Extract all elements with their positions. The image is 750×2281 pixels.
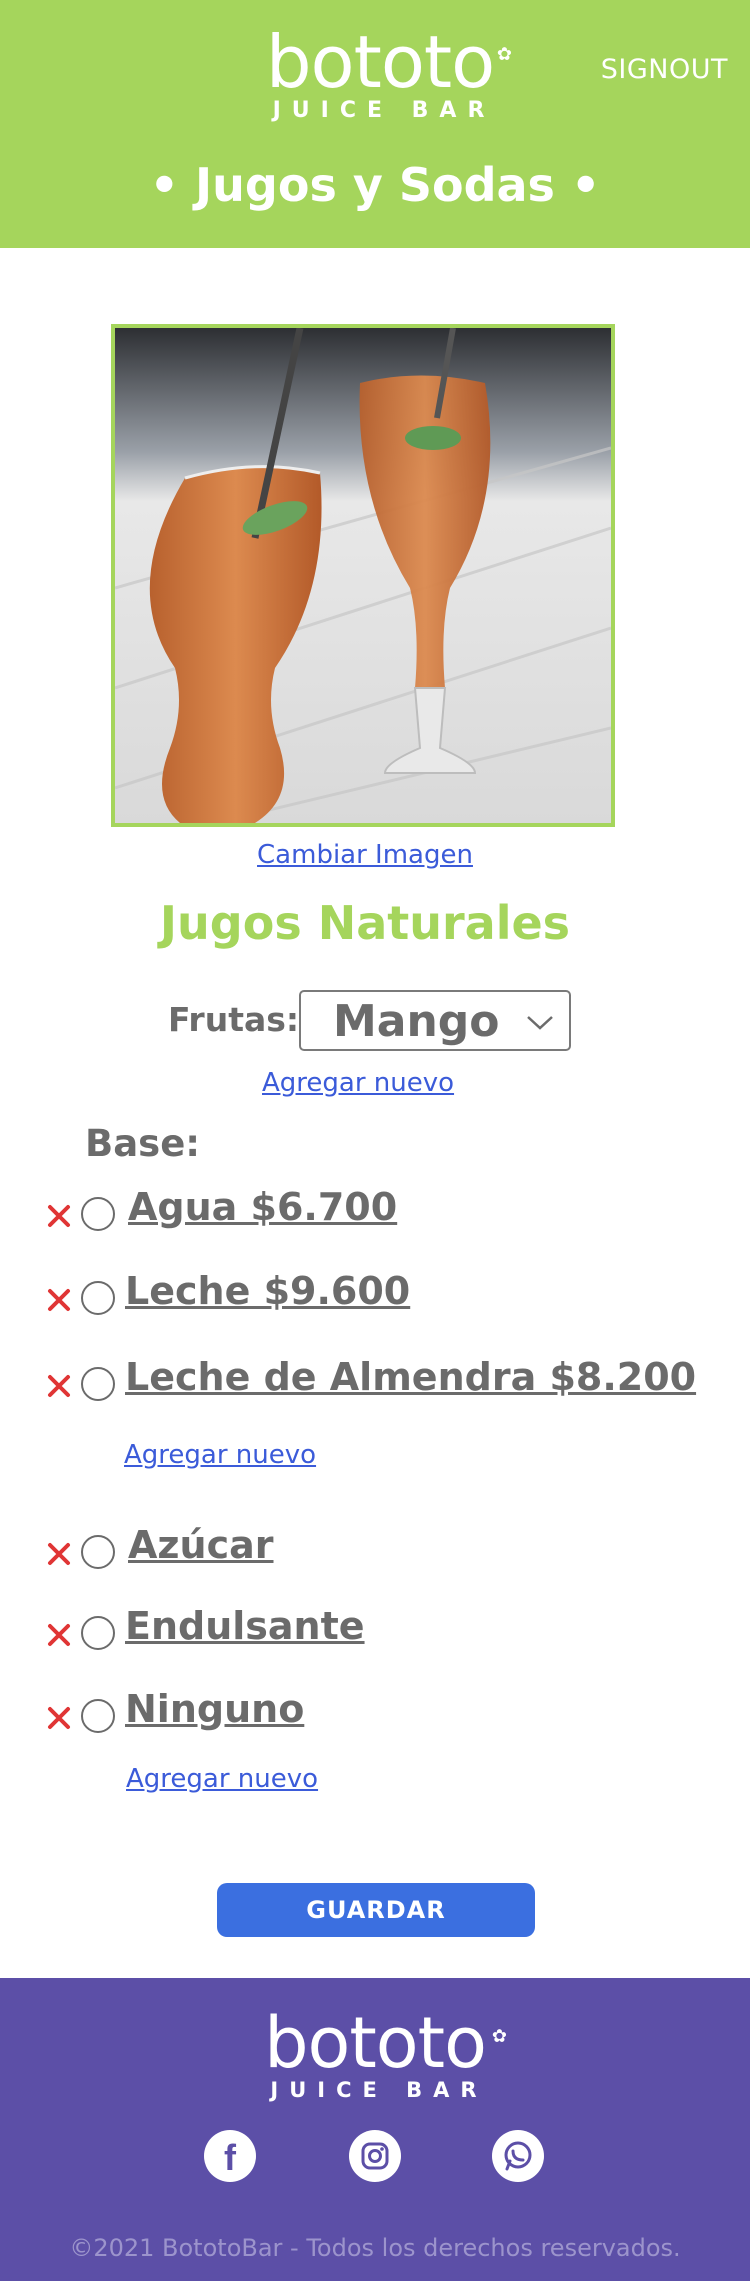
base-label: Base: [85,1122,201,1165]
save-button[interactable]: GUARDAR [217,1883,535,1937]
radio-button[interactable] [81,1616,115,1650]
header-logo[interactable]: bototo ✿ JUICE BAR [250,20,512,122]
radio-button[interactable] [81,1699,115,1733]
delete-icon[interactable] [46,1622,72,1648]
gear-icon: ✿ [491,2026,507,2047]
delete-icon[interactable] [46,1287,72,1313]
radio-button[interactable] [81,1197,115,1231]
sweetener-option-label: Ninguno [125,1687,305,1731]
logo-word: bototo [265,20,495,104]
sweetener-option[interactable]: Ninguno [46,1687,446,1749]
radio-button[interactable] [81,1367,115,1401]
copyright-text: ©2021 BototoBar - Todos los derechos res… [69,2234,681,2262]
base-option-label: Leche $9.600 [125,1269,411,1313]
sweetener-option-label: Endulsante [125,1604,365,1648]
fruits-label: Frutas: [168,1000,300,1039]
radio-button[interactable] [81,1535,115,1569]
fruit-select-value: Mango [333,996,500,1047]
sweetener-option-label: Azúcar [128,1523,274,1567]
add-base-link[interactable]: Agregar nuevo [124,1440,316,1470]
sweetener-option[interactable]: Endulsante [46,1604,446,1666]
base-option[interactable]: Leche de Almendra $8.200 [46,1355,706,1417]
logo-word: bototo [264,2002,487,2084]
base-option-label: Agua $6.700 [128,1185,398,1229]
product-title: Jugos Naturales [159,896,571,950]
base-option[interactable]: Leche $9.600 [46,1269,446,1331]
page-title: • Jugos y Sodas • [149,158,601,212]
delete-icon[interactable] [46,1541,72,1567]
base-option[interactable]: Agua $6.700 [46,1185,446,1247]
gear-icon: ✿ [496,44,512,65]
sweetener-option[interactable]: Azúcar [46,1523,446,1585]
add-sweetener-link[interactable]: Agregar nuevo [126,1764,318,1794]
footer-logo[interactable]: bototo ✿ JUICE BAR [245,2002,507,2101]
add-fruit-link[interactable]: Agregar nuevo [262,1068,454,1098]
signout-link[interactable]: SIGNOUT [601,54,728,85]
svg-text:f: f [224,2137,237,2178]
delete-icon[interactable] [46,1705,72,1731]
chevron-down-icon [527,1016,553,1030]
product-image [111,324,615,827]
header: bototo ✿ JUICE BAR SIGNOUT • Jugos y Sod… [0,0,750,248]
fruit-select[interactable]: Mango [299,990,571,1051]
instagram-icon[interactable] [349,2130,401,2182]
delete-icon[interactable] [46,1373,72,1399]
base-option-label: Leche de Almendra $8.200 [125,1355,697,1399]
facebook-icon[interactable]: f [204,2130,256,2182]
radio-button[interactable] [81,1281,115,1315]
change-image-link[interactable]: Cambiar Imagen [0,840,730,870]
delete-icon[interactable] [46,1203,72,1229]
whatsapp-icon[interactable] [492,2130,544,2182]
